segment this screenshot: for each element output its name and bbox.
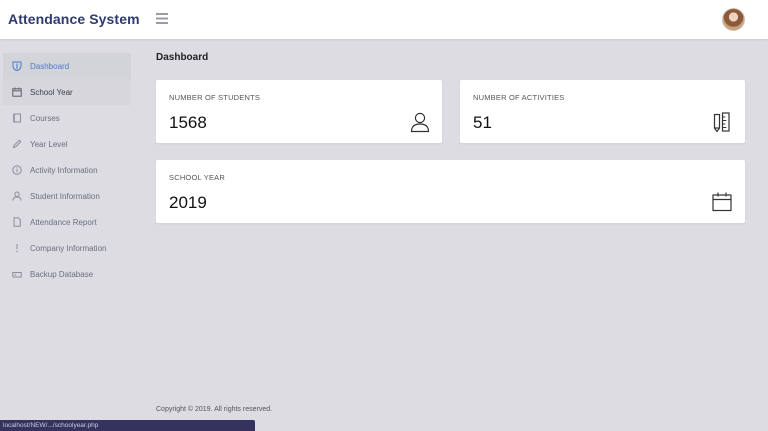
pencil-icon: [12, 139, 22, 149]
user-icon: [410, 112, 430, 133]
sidebar-item-label: Dashboard: [30, 62, 70, 71]
exclamation-icon: [16, 244, 18, 253]
card-label: NUMBER OF STUDENTS: [169, 93, 261, 102]
calendar-icon: [12, 87, 22, 97]
sidebar-item-dashboard[interactable]: Dashboard: [3, 53, 131, 79]
menu-icon[interactable]: [156, 13, 168, 24]
page-title: Dashboard: [156, 52, 209, 63]
sidebar-item-label: Year Level: [30, 140, 68, 149]
sidebar-item-label: School Year: [30, 88, 73, 97]
sidebar: Dashboard School Year Courses Year Level…: [0, 53, 131, 287]
top-bar: Attendance System: [0, 0, 768, 39]
card-label: SCHOOL YEAR: [169, 173, 225, 182]
footer-copyright: Copyright © 2019. All rights reserved.: [156, 406, 273, 413]
sidebar-item-backup-database[interactable]: Backup Database: [3, 261, 131, 287]
info-icon: [12, 165, 22, 175]
sidebar-item-label: Activity Information: [30, 166, 98, 175]
sidebar-item-courses[interactable]: Courses: [3, 105, 131, 131]
school-year-card[interactable]: SCHOOL YEAR 2019: [156, 160, 745, 223]
shield-icon: [12, 61, 22, 71]
sidebar-item-activity-information[interactable]: Activity Information: [3, 157, 131, 183]
book-icon: [13, 113, 21, 123]
app-title[interactable]: Attendance System: [8, 11, 140, 27]
document-icon: [13, 217, 21, 227]
sidebar-item-school-year[interactable]: School Year: [3, 79, 131, 105]
user-icon: [12, 191, 22, 201]
sidebar-item-label: Courses: [30, 114, 60, 123]
sidebar-item-label: Company Information: [30, 244, 107, 253]
sidebar-item-label: Attendance Report: [30, 218, 97, 227]
sidebar-item-student-information[interactable]: Student Information: [3, 183, 131, 209]
sidebar-item-label: Backup Database: [30, 270, 94, 279]
calendar-icon: [712, 192, 732, 212]
ruler-pencil-icon: [713, 112, 730, 133]
drive-icon: [12, 272, 22, 278]
card-value: 51: [473, 113, 492, 132]
sidebar-item-attendance-report[interactable]: Attendance Report: [3, 209, 131, 235]
user-avatar[interactable]: [722, 8, 745, 31]
sidebar-item-label: Student Information: [30, 192, 100, 201]
card-label: NUMBER OF ACTIVITIES: [473, 93, 565, 102]
card-value: 2019: [169, 193, 207, 212]
activities-card[interactable]: NUMBER OF ACTIVITIES 51: [460, 80, 745, 143]
sidebar-item-company-information[interactable]: Company Information: [3, 235, 131, 261]
status-bar-url: localhost/NEW/.../schoolyear.php: [0, 420, 255, 431]
card-value: 1568: [169, 113, 207, 132]
sidebar-item-year-level[interactable]: Year Level: [3, 131, 131, 157]
students-card[interactable]: NUMBER OF STUDENTS 1568: [156, 80, 442, 143]
